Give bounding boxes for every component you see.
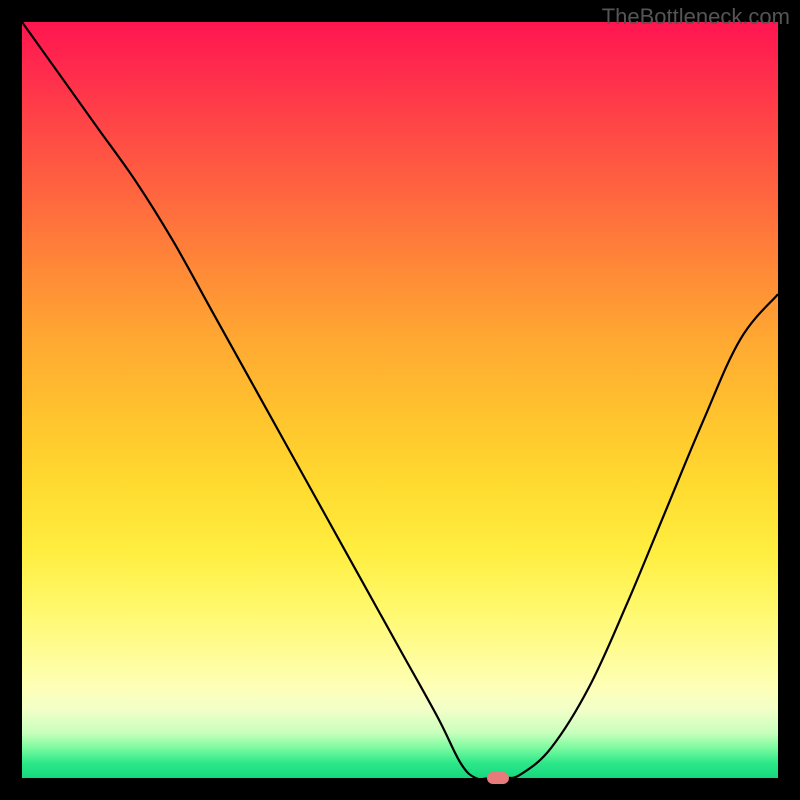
watermark-text: TheBottleneck.com bbox=[602, 4, 790, 30]
bottleneck-curve bbox=[22, 22, 778, 778]
plot-area bbox=[22, 22, 778, 778]
optimal-marker bbox=[487, 772, 509, 784]
